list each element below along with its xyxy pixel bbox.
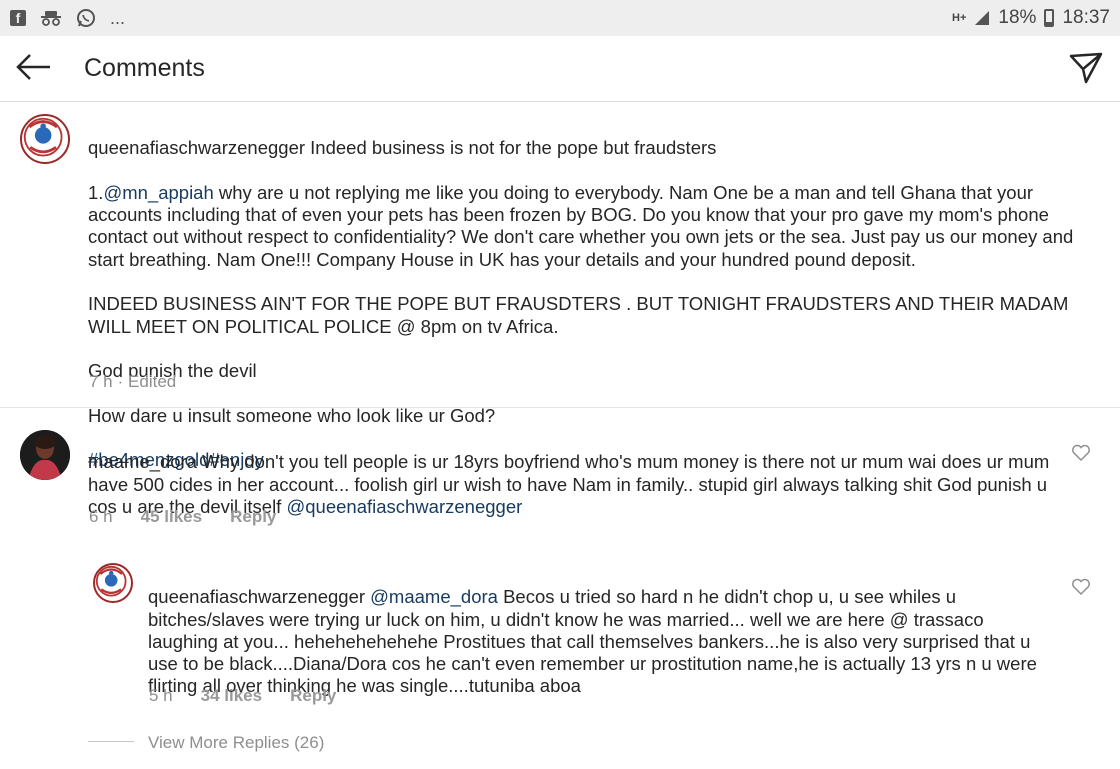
comment-username[interactable]: queenafiaschwarzenegger	[88, 137, 305, 158]
heart-icon[interactable]	[1071, 444, 1091, 462]
comment-line: 1.	[88, 181, 104, 203]
whatsapp-icon	[77, 9, 95, 27]
comment-meta: 7 h · Edited	[89, 372, 176, 392]
divider	[0, 407, 1120, 408]
mention-link[interactable]: @queenafiaschwarzenegger	[286, 496, 522, 517]
battery-icon	[1044, 9, 1055, 27]
clock: 18:37	[1062, 7, 1110, 28]
battery-percent: 18%	[998, 7, 1037, 28]
mention-link[interactable]: @mn_appiah	[103, 182, 213, 203]
comment-time: 6 h	[89, 507, 113, 526]
arrow-left-icon[interactable]	[14, 50, 54, 84]
signal-icon	[975, 11, 990, 25]
comment-username[interactable]: queenafiaschwarzenegger	[148, 586, 365, 607]
view-more-replies-button[interactable]: View More Replies (26)	[148, 733, 324, 753]
avatar[interactable]	[93, 563, 133, 603]
likes-count[interactable]: 45 likes	[141, 507, 202, 527]
status-bar: f ... H+ 18% 18:37	[0, 0, 1120, 36]
reply-button[interactable]: Reply	[290, 686, 336, 706]
comments-header: Comments	[0, 36, 1120, 102]
incognito-icon	[41, 11, 61, 26]
comment-text: queenafiaschwarzenegger @maame_dora Beco…	[148, 564, 1053, 698]
network-type: H+	[952, 12, 967, 24]
comment-time: 7 h	[89, 372, 113, 391]
comment-line: How dare u insult someone who look like …	[88, 404, 496, 426]
avatar[interactable]	[20, 114, 70, 164]
reply-button[interactable]: Reply	[230, 507, 276, 527]
avatar[interactable]	[20, 430, 70, 480]
comment-meta: 6 h 45 likes Reply	[89, 507, 276, 527]
facebook-icon: f	[10, 10, 26, 26]
foundation-logo-icon	[23, 117, 63, 157]
page-title: Comments	[84, 54, 205, 82]
paper-plane-icon[interactable]	[1068, 50, 1104, 86]
edited-label: · Edited	[117, 372, 177, 391]
comment-username[interactable]: maame_dora	[88, 451, 197, 472]
foundation-logo-icon	[95, 565, 127, 597]
status-ellipsis: ...	[110, 7, 126, 28]
profile-photo-icon	[20, 430, 70, 480]
comment-line: why are u not replying me like you doing…	[88, 181, 1074, 270]
view-more-line	[88, 741, 134, 742]
comment-text: maame_dora Why don't you tell people is …	[88, 429, 1056, 518]
comment-text: queenafiaschwarzenegger Indeed business …	[88, 115, 1078, 472]
comment-meta: 5 h 34 likes Reply	[149, 686, 336, 706]
comment-line: Indeed business is not for the pope but …	[310, 137, 717, 159]
heart-icon[interactable]	[1071, 578, 1091, 596]
likes-count[interactable]: 34 likes	[201, 686, 262, 706]
mention-link[interactable]: @maame_dora	[370, 586, 498, 607]
comment-time: 5 h	[149, 686, 173, 705]
comment-line: INDEED BUSINESS AIN'T FOR THE POPE BUT F…	[88, 293, 1069, 337]
